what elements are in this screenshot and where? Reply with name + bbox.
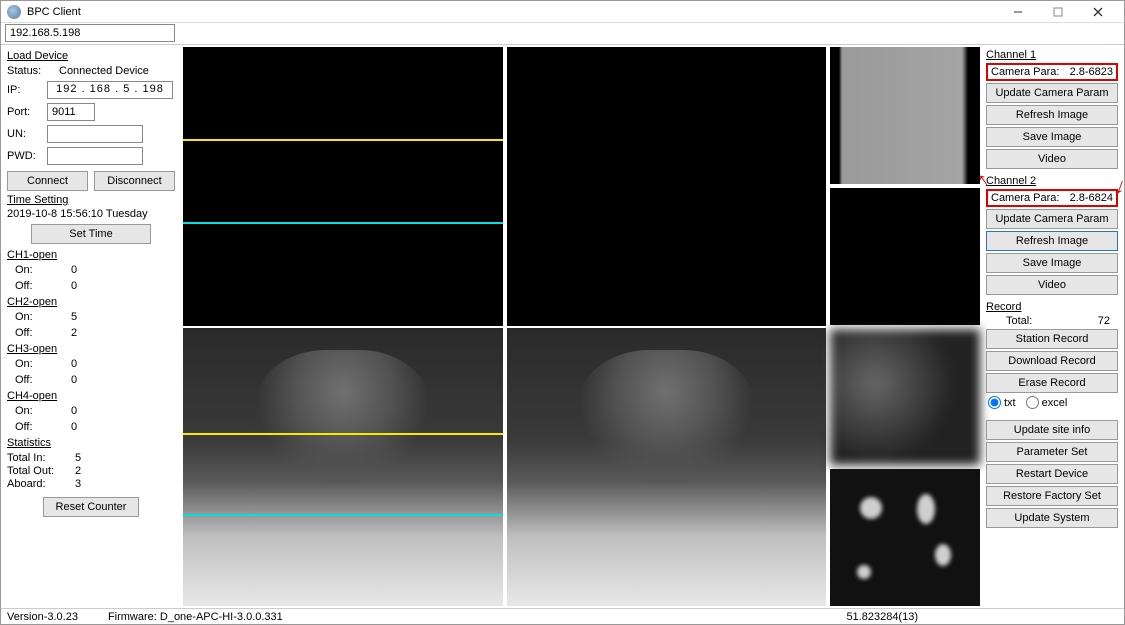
ch1-on-label: On: xyxy=(7,264,67,276)
thumbnail-2 xyxy=(830,188,980,325)
aboard-label: Aboard: xyxy=(7,478,71,490)
thumbnail-column xyxy=(830,47,980,606)
status-label: Status: xyxy=(7,65,43,77)
ch1-title: CH1-open xyxy=(7,249,175,261)
set-time-button[interactable]: Set Time xyxy=(31,224,151,244)
coord-text: 51.823284(13) xyxy=(846,611,918,623)
ch2-on-value: 5 xyxy=(71,311,77,323)
password-input[interactable] xyxy=(47,147,143,165)
ch1-video-button[interactable]: Video xyxy=(986,149,1118,169)
reset-counter-button[interactable]: Reset Counter xyxy=(43,497,139,517)
thumbnail-1 xyxy=(830,47,980,184)
restore-factory-set-button[interactable]: Restore Factory Set xyxy=(986,486,1118,506)
ch1-update-param-button[interactable]: Update Camera Param xyxy=(986,83,1118,103)
video-area xyxy=(181,45,982,608)
video-bottom-left xyxy=(183,328,503,607)
window-close[interactable] xyxy=(1078,2,1118,22)
un-label: UN: xyxy=(7,128,43,140)
video-bottom-right xyxy=(507,328,827,607)
video-top-left xyxy=(183,47,503,326)
erase-record-button[interactable]: Erase Record xyxy=(986,373,1118,393)
disconnect-button[interactable]: Disconnect xyxy=(94,171,175,191)
ch4-off-value: 0 xyxy=(71,421,77,433)
ch4-on-value: 0 xyxy=(71,405,77,417)
ip-label: IP: xyxy=(7,84,43,96)
record-total-value: 72 xyxy=(1098,315,1110,327)
firmware-text: Firmware: D_one-APC-HI-3.0.0.331 xyxy=(108,611,283,623)
total-out-value: 2 xyxy=(75,465,81,477)
ch2-on-label: On: xyxy=(7,311,67,323)
channel-2-title: Channel 2 xyxy=(986,175,1118,187)
right-panel: Channel 1 Camera Para: 2.8-6823 Update C… xyxy=(982,45,1124,608)
time-setting-title: Time Setting xyxy=(7,194,175,206)
ch3-off-label: Off: xyxy=(7,374,67,386)
total-in-value: 5 xyxy=(75,452,81,464)
ch1-para-label: Camera Para: xyxy=(991,66,1059,78)
parameter-set-button[interactable]: Parameter Set xyxy=(986,442,1118,462)
ch2-video-button[interactable]: Video xyxy=(986,275,1118,295)
username-input[interactable] xyxy=(47,125,143,143)
ch3-off-value: 0 xyxy=(71,374,77,386)
radio-txt[interactable]: txt xyxy=(988,396,1016,409)
ch1-save-image-button[interactable]: Save Image xyxy=(986,127,1118,147)
connect-button[interactable]: Connect xyxy=(7,171,88,191)
ch3-on-label: On: xyxy=(7,358,67,370)
thumbnail-4 xyxy=(830,469,980,606)
station-record-button[interactable]: Station Record xyxy=(986,329,1118,349)
address-bar xyxy=(1,23,1124,45)
ch2-para-label: Camera Para: xyxy=(991,192,1059,204)
ch1-camera-para-box: Camera Para: 2.8-6823 xyxy=(986,63,1118,81)
window-titlebar: BPC Client xyxy=(1,1,1124,23)
record-title: Record xyxy=(986,301,1118,313)
ch4-off-label: Off: xyxy=(7,421,67,433)
aboard-value: 3 xyxy=(75,478,81,490)
port-label: Port: xyxy=(7,106,43,118)
total-out-label: Total Out: xyxy=(7,465,71,477)
record-total-label: Total: xyxy=(1006,315,1032,327)
load-device-title: Load Device xyxy=(7,50,175,62)
ch2-title: CH2-open xyxy=(7,296,175,308)
ch2-para-value: 2.8-6824 xyxy=(1070,192,1113,204)
ch4-on-label: On: xyxy=(7,405,67,417)
channel-1-title: Channel 1 xyxy=(986,49,1118,61)
ip-input[interactable]: 192 . 168 . 5 . 198 xyxy=(47,81,173,99)
ch2-camera-para-box: Camera Para: 2.8-6824 xyxy=(986,189,1118,207)
download-record-button[interactable]: Download Record xyxy=(986,351,1118,371)
port-input[interactable] xyxy=(47,103,95,121)
ch1-refresh-image-button[interactable]: Refresh Image xyxy=(986,105,1118,125)
restart-device-button[interactable]: Restart Device xyxy=(986,464,1118,484)
ch3-on-value: 0 xyxy=(71,358,77,370)
ch1-off-label: Off: xyxy=(7,280,67,292)
thumbnail-3 xyxy=(830,329,980,466)
ch2-update-param-button[interactable]: Update Camera Param xyxy=(986,209,1118,229)
ch2-save-image-button[interactable]: Save Image xyxy=(986,253,1118,273)
update-site-info-button[interactable]: Update site info xyxy=(986,420,1118,440)
update-system-button[interactable]: Update System xyxy=(986,508,1118,528)
ch3-title: CH3-open xyxy=(7,343,175,355)
total-in-label: Total In: xyxy=(7,452,71,464)
version-text: Version-3.0.23 xyxy=(7,611,78,623)
app-icon xyxy=(7,5,21,19)
radio-excel[interactable]: excel xyxy=(1026,396,1068,409)
window-title: BPC Client xyxy=(27,6,81,18)
status-value: Connected Device xyxy=(59,65,149,77)
ch2-refresh-image-button[interactable]: Refresh Image xyxy=(986,231,1118,251)
pwd-label: PWD: xyxy=(7,150,43,162)
ch1-on-value: 0 xyxy=(71,264,77,276)
datetime-text: 2019-10-8 15:56:10 Tuesday xyxy=(7,208,175,220)
ch1-para-value: 2.8-6823 xyxy=(1070,66,1113,78)
ch2-off-value: 2 xyxy=(71,327,77,339)
status-bar: Version-3.0.23 Firmware: D_one-APC-HI-3.… xyxy=(1,608,1124,624)
ch1-off-value: 0 xyxy=(71,280,77,292)
left-panel: Load Device Status: Connected Device IP: 1… xyxy=(1,45,181,608)
video-top-right xyxy=(507,47,827,326)
ch4-title: CH4-open xyxy=(7,390,175,402)
ch2-off-label: Off: xyxy=(7,327,67,339)
window-maximize[interactable] xyxy=(1038,2,1078,22)
stats-title: Statistics xyxy=(7,437,175,449)
window-minimize[interactable] xyxy=(998,2,1038,22)
address-input[interactable] xyxy=(5,24,175,42)
